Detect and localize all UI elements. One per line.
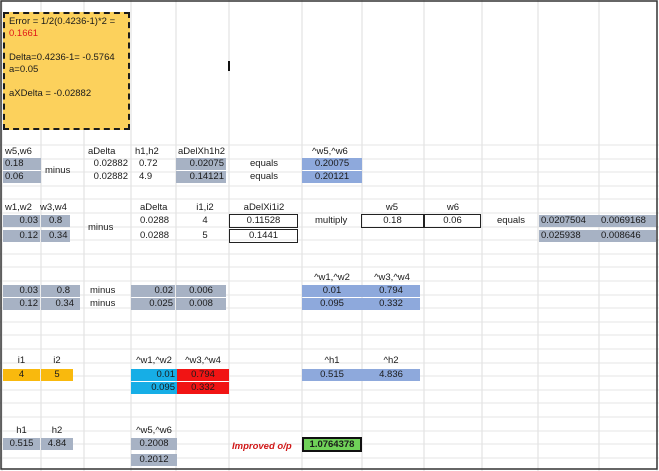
cell-adelxh-header[interactable]: aDelXh1h2 [176, 146, 231, 158]
improved-output-value[interactable]: 1.0764378 [302, 437, 362, 452]
cell-minus-2[interactable]: minus [86, 222, 126, 234]
cell-adelta-header-2[interactable]: aDelta [138, 202, 183, 214]
note-alpha-line: a=0.05 [9, 64, 39, 75]
cell-i1[interactable]: 4 [180, 215, 230, 227]
cell-neww-1-1[interactable]: 0.01 [302, 285, 362, 297]
cell-neww5w6-header-2[interactable]: ^w5,^w6 [131, 425, 177, 437]
cell-sub-2-2[interactable]: 0.008 [176, 298, 226, 310]
cell-newh1-value[interactable]: 0.515 [302, 369, 362, 381]
cell-w3[interactable]: 0.8 [41, 215, 70, 227]
cell-i2-value[interactable]: 5 [41, 369, 73, 381]
cell-adelxi-2[interactable]: 0.1441 [229, 229, 298, 243]
cell-equals-1[interactable]: equals [228, 158, 300, 170]
cell-w2[interactable]: 0.12 [3, 230, 40, 242]
cell-adelxh-2[interactable]: 0.14121 [176, 171, 226, 183]
cell-neww-1-2[interactable]: 0.794 [362, 285, 420, 297]
cell-final-w5[interactable]: 0.2008 [131, 438, 177, 450]
cell-h2-header[interactable]: h2 [41, 425, 73, 437]
cell-multiply[interactable]: multiply [313, 215, 363, 227]
cell-minus[interactable]: minus [43, 165, 83, 177]
cell-result-1-1[interactable]: 0.0207504 [539, 215, 599, 227]
cell-w6[interactable]: 0.06 [3, 171, 41, 183]
cell-h1[interactable]: 0.72 [133, 158, 175, 170]
cell-equals-3[interactable]: equals [495, 215, 535, 227]
cell-w5w6-header[interactable]: w5,w6 [3, 146, 43, 158]
cell-neww6[interactable]: 0.20121 [302, 171, 362, 183]
note-error-value: 0.1661 [9, 28, 39, 39]
text-cursor [228, 61, 230, 71]
cell-adelxh-1[interactable]: 0.02075 [176, 158, 226, 170]
cell-w-sub-1-2[interactable]: 0.8 [41, 285, 80, 297]
cell-w-sub-2-2[interactable]: 0.34 [41, 298, 80, 310]
cell-h2[interactable]: 4.9 [133, 171, 175, 183]
cell-w5-header[interactable]: w5 [360, 202, 424, 214]
cell-neww34-2[interactable]: 0.332 [177, 382, 229, 394]
cell-neww12-header[interactable]: ^w1,^w2 [302, 272, 362, 284]
cell-neww34-1[interactable]: 0.794 [177, 369, 229, 381]
cell-result-2-2[interactable]: 0.008646 [599, 230, 656, 242]
cell-i2-header[interactable]: i2 [41, 355, 73, 367]
error-note-box[interactable]: Error = 1/2(0.4236-1)*2 = 0.1661 Delta=0… [3, 12, 130, 130]
cell-adelxi-1[interactable]: 0.11528 [229, 214, 298, 228]
cell-w3w4-header[interactable]: w3,w4 [38, 202, 78, 214]
cell-adelta-header[interactable]: aDelta [86, 146, 131, 158]
cell-result-1-2[interactable]: 0.0069168 [599, 215, 656, 227]
cell-equals-2[interactable]: equals [228, 171, 300, 183]
cell-neww-2-2[interactable]: 0.332 [362, 298, 420, 310]
cell-newh1-header[interactable]: ^h1 [302, 355, 362, 367]
cell-result-2-1[interactable]: 0.025938 [539, 230, 599, 242]
cell-minus-3-1[interactable]: minus [88, 285, 128, 297]
cell-w1w2-header[interactable]: w1,w2 [3, 202, 43, 214]
cell-neww5w6-header[interactable]: ^w5,^w6 [310, 146, 370, 158]
cell-minus-3-2[interactable]: minus [88, 298, 128, 310]
cell-adelta-1[interactable]: 0.02882 [84, 158, 130, 170]
cell-i1-header[interactable]: i1 [3, 355, 40, 367]
cell-h1h2-header[interactable]: h1,h2 [133, 146, 175, 158]
cell-neww12-header-2[interactable]: ^w1,^w2 [131, 355, 177, 367]
cell-final-w6[interactable]: 0.2012 [131, 454, 177, 466]
improved-output-label[interactable]: Improved o/p [230, 441, 302, 453]
cell-w5-value[interactable]: 0.18 [361, 214, 424, 228]
note-axdelta-line: aXDelta = -0.02882 [9, 88, 92, 99]
cell-neww12-1[interactable]: 0.01 [131, 369, 177, 381]
cell-sub-2-1[interactable]: 0.025 [131, 298, 175, 310]
cell-neww34-header[interactable]: ^w3,^w4 [362, 272, 422, 284]
cell-neww-2-1[interactable]: 0.095 [302, 298, 362, 310]
note-delta-line: Delta=0.4236-1= -0.5764 [9, 52, 115, 63]
cell-w4[interactable]: 0.34 [41, 230, 70, 242]
spreadsheet: Error = 1/2(0.4236-1)*2 = 0.1661 Delta=0… [0, 0, 659, 471]
cell-newh2-header[interactable]: ^h2 [362, 355, 420, 367]
cell-h1-header[interactable]: h1 [3, 425, 40, 437]
cell-neww5[interactable]: 0.20075 [302, 158, 362, 170]
cell-i1-value[interactable]: 4 [3, 369, 40, 381]
cell-neww34-header-2[interactable]: ^w3,^w4 [177, 355, 229, 367]
cell-adelxi-header[interactable]: aDelXi1i2 [230, 202, 298, 214]
cell-i1i2-header[interactable]: i1,i2 [180, 202, 230, 214]
cell-i2[interactable]: 5 [180, 230, 230, 242]
cell-w1[interactable]: 0.03 [3, 215, 40, 227]
cell-adelta-2-1[interactable]: 0.0288 [138, 215, 183, 227]
cell-sub-1-1[interactable]: 0.02 [131, 285, 175, 297]
cell-w-sub-2-1[interactable]: 0.12 [3, 298, 40, 310]
cell-adelta-2-2[interactable]: 0.0288 [138, 230, 183, 242]
cell-w-sub-1-1[interactable]: 0.03 [3, 285, 40, 297]
cell-neww12-2[interactable]: 0.095 [131, 382, 177, 394]
cell-w5[interactable]: 0.18 [3, 158, 41, 170]
cell-adelta-2[interactable]: 0.02882 [84, 171, 130, 183]
cell-w6-value[interactable]: 0.06 [424, 214, 481, 228]
cell-sub-1-2[interactable]: 0.006 [176, 285, 226, 297]
cell-h1-value[interactable]: 0.515 [3, 438, 40, 450]
cell-w6-header[interactable]: w6 [425, 202, 481, 214]
cell-h2-value[interactable]: 4.84 [41, 438, 73, 450]
cell-newh2-value[interactable]: 4.836 [362, 369, 420, 381]
note-error-line: Error = 1/2(0.4236-1)*2 = [9, 16, 116, 27]
